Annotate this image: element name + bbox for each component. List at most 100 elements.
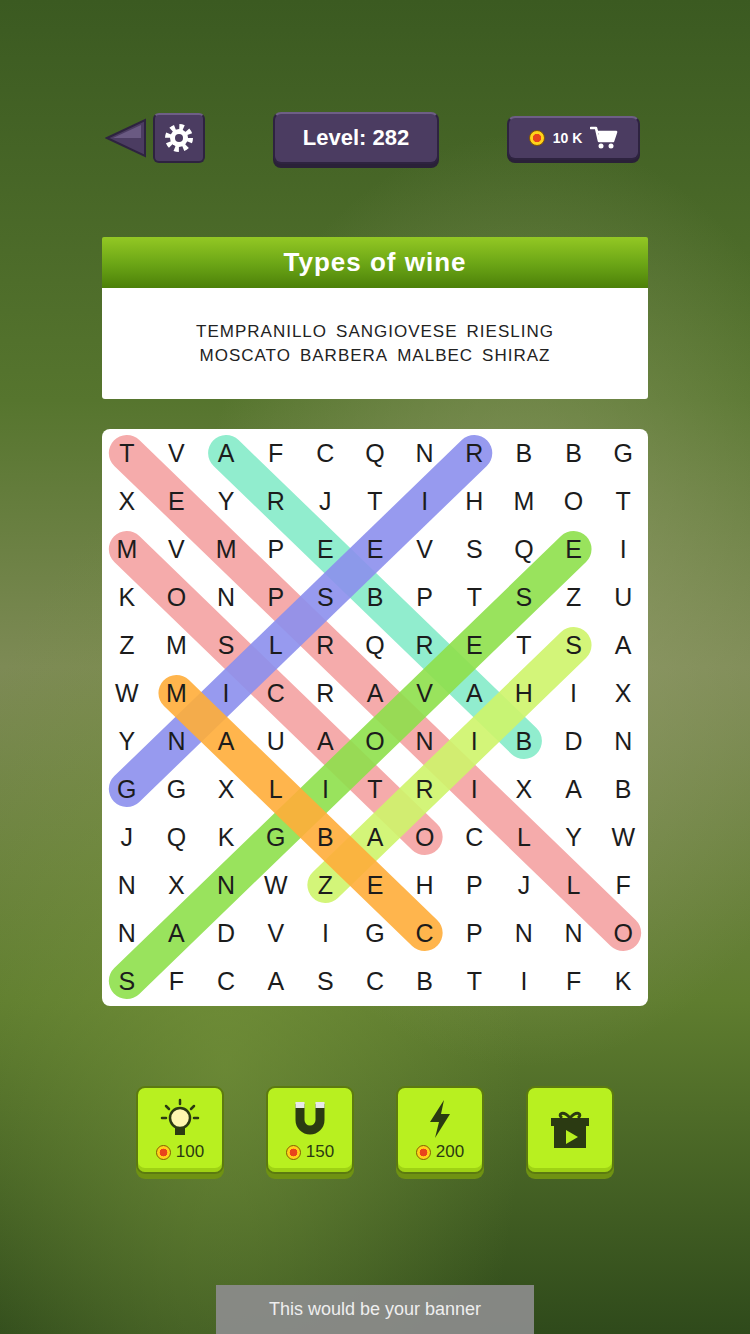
letter-cell[interactable]: H	[400, 861, 450, 909]
letter-cell[interactable]: J	[102, 813, 152, 861]
letter-cell[interactable]: O	[400, 813, 450, 861]
letter-cell[interactable]: A	[350, 813, 400, 861]
letter-cell[interactable]: C	[251, 669, 301, 717]
letter-cell[interactable]: R	[400, 765, 450, 813]
letter-cell[interactable]: P	[251, 573, 301, 621]
letter-cell[interactable]: M	[102, 525, 152, 573]
ad-banner[interactable]: This would be your banner	[216, 1285, 534, 1334]
letter-cell[interactable]: R	[301, 669, 351, 717]
letter-cell[interactable]: U	[598, 573, 648, 621]
letter-cell[interactable]: W	[598, 813, 648, 861]
letter-cell[interactable]: H	[499, 669, 549, 717]
letter-cell[interactable]: A	[201, 717, 251, 765]
letter-cell[interactable]: V	[251, 909, 301, 957]
letter-cell[interactable]: S	[499, 573, 549, 621]
letter-cell[interactable]: P	[400, 573, 450, 621]
letter-cell[interactable]: X	[499, 765, 549, 813]
letter-cell[interactable]: I	[449, 717, 499, 765]
letter-cell[interactable]: C	[449, 813, 499, 861]
letter-cell[interactable]: L	[499, 813, 549, 861]
letter-cell[interactable]: A	[350, 669, 400, 717]
letter-cell[interactable]: X	[598, 669, 648, 717]
letter-cell[interactable]: Z	[549, 573, 599, 621]
letter-cell[interactable]: T	[350, 477, 400, 525]
coins-shop-button[interactable]: 10 K	[507, 116, 640, 160]
letter-cell[interactable]: E	[152, 477, 202, 525]
letter-cell[interactable]: M	[152, 621, 202, 669]
letter-cell[interactable]: Q	[350, 621, 400, 669]
letter-cell[interactable]: Y	[201, 477, 251, 525]
letter-cell[interactable]: E	[301, 525, 351, 573]
letter-cell[interactable]: P	[449, 861, 499, 909]
letter-cell[interactable]: Z	[102, 621, 152, 669]
letter-cell[interactable]: N	[400, 429, 450, 477]
letter-cell[interactable]: P	[449, 909, 499, 957]
letter-cell[interactable]: I	[301, 765, 351, 813]
letter-cell[interactable]: I	[449, 765, 499, 813]
letter-cell[interactable]: O	[598, 909, 648, 957]
letter-cell[interactable]: E	[350, 861, 400, 909]
letter-cell[interactable]: G	[102, 765, 152, 813]
letter-cell[interactable]: C	[201, 957, 251, 1005]
letter-cell[interactable]: Q	[350, 429, 400, 477]
letter-cell[interactable]: N	[152, 717, 202, 765]
letter-cell[interactable]: I	[400, 477, 450, 525]
letter-cell[interactable]: S	[301, 573, 351, 621]
letter-cell[interactable]: A	[598, 621, 648, 669]
letter-cell[interactable]: B	[549, 429, 599, 477]
letter-cell[interactable]: R	[301, 621, 351, 669]
letter-cell[interactable]: K	[598, 957, 648, 1005]
letter-cell[interactable]: B	[499, 717, 549, 765]
letter-cell[interactable]: N	[598, 717, 648, 765]
letter-cell[interactable]: Y	[549, 813, 599, 861]
letter-cell[interactable]: R	[449, 429, 499, 477]
booster-button[interactable]: 150	[266, 1086, 354, 1174]
letter-cell[interactable]: S	[201, 621, 251, 669]
letter-cell[interactable]: N	[201, 573, 251, 621]
letter-cell[interactable]: I	[201, 669, 251, 717]
letter-cell[interactable]: M	[201, 525, 251, 573]
letter-cell[interactable]: K	[201, 813, 251, 861]
letter-cell[interactable]: W	[102, 669, 152, 717]
settings-button[interactable]	[153, 113, 205, 163]
letter-cell[interactable]: M	[499, 477, 549, 525]
letter-cell[interactable]: U	[251, 717, 301, 765]
letter-cell[interactable]: A	[152, 909, 202, 957]
letter-cell[interactable]: S	[301, 957, 351, 1005]
letter-cell[interactable]: I	[549, 669, 599, 717]
letter-cell[interactable]: T	[449, 957, 499, 1005]
letter-cell[interactable]: N	[499, 909, 549, 957]
booster-button[interactable]: 200	[396, 1086, 484, 1174]
letter-cell[interactable]: B	[598, 765, 648, 813]
letter-cell[interactable]: G	[152, 765, 202, 813]
letter-cell[interactable]: I	[301, 909, 351, 957]
letter-cell[interactable]: A	[251, 957, 301, 1005]
letter-cell[interactable]: E	[449, 621, 499, 669]
letter-cell[interactable]: V	[152, 525, 202, 573]
letter-cell[interactable]: A	[201, 429, 251, 477]
letter-cell[interactable]: O	[152, 573, 202, 621]
booster-button[interactable]: 100	[136, 1086, 224, 1174]
letter-cell[interactable]: W	[251, 861, 301, 909]
letter-cell[interactable]: G	[350, 909, 400, 957]
letter-cell[interactable]: N	[549, 909, 599, 957]
letter-cell[interactable]: G	[251, 813, 301, 861]
letter-cell[interactable]: K	[102, 573, 152, 621]
letter-cell[interactable]: P	[251, 525, 301, 573]
letter-cell[interactable]: T	[499, 621, 549, 669]
letter-cell[interactable]: V	[400, 525, 450, 573]
letter-cell[interactable]: X	[152, 861, 202, 909]
letter-cell[interactable]: A	[301, 717, 351, 765]
letter-cell[interactable]: O	[549, 477, 599, 525]
letter-cell[interactable]: Q	[152, 813, 202, 861]
letter-cell[interactable]: F	[549, 957, 599, 1005]
letter-cell[interactable]: J	[499, 861, 549, 909]
letter-cell[interactable]: N	[400, 717, 450, 765]
letter-cell[interactable]: T	[449, 573, 499, 621]
letter-cell[interactable]: L	[549, 861, 599, 909]
letter-cell[interactable]: X	[201, 765, 251, 813]
letter-cell[interactable]: C	[350, 957, 400, 1005]
letter-cell[interactable]: T	[350, 765, 400, 813]
letter-cell[interactable]: C	[301, 429, 351, 477]
letter-grid[interactable]: TVAFCQNRBBGXEYRJTIHMOTMVMPEEVSQEIKONPSBP…	[102, 429, 648, 1006]
